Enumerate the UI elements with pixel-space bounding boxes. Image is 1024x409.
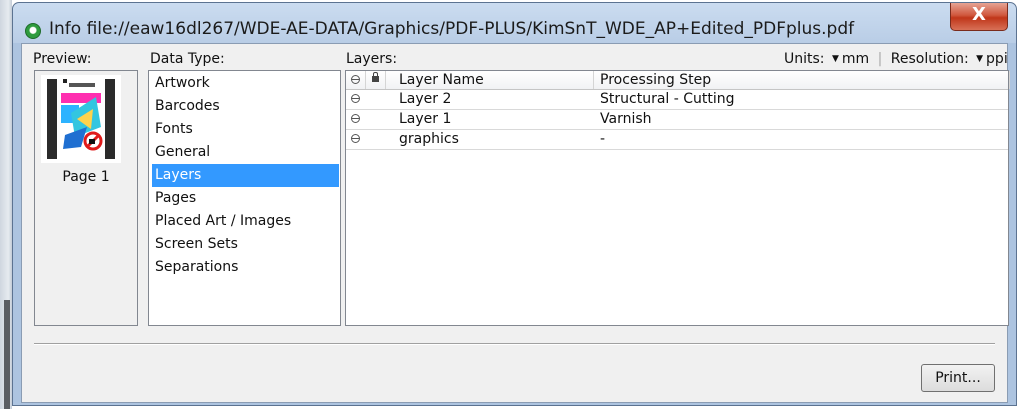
layers-grid-header: Layer Name Processing Step <box>346 71 1010 90</box>
dropdown-caret-icon: ▼ <box>976 54 984 64</box>
data-type-item-layers[interactable]: Layers <box>152 164 339 187</box>
data-type-item-pages[interactable]: Pages <box>152 187 339 210</box>
page-thumbnail-image <box>41 75 121 163</box>
lock-icon <box>372 72 379 82</box>
table-row[interactable]: Layer 2 Structural - Cutting <box>346 90 1008 110</box>
data-type-item-screen-sets[interactable]: Screen Sets <box>152 233 339 256</box>
layers-label: Layers: <box>346 51 398 67</box>
units-resolution-bar: Units: ▼ mm | Resolution: ▼ ppi <box>784 51 1008 67</box>
data-type-list[interactable]: Artwork Barcodes Fonts General Layers Pa… <box>148 70 341 326</box>
data-type-item-artwork[interactable]: Artwork <box>152 72 339 95</box>
window-title: Info file://eaw16dl267/WDE-AE-DATA/Graph… <box>49 19 855 39</box>
table-row[interactable]: graphics - <box>346 130 1008 150</box>
close-button[interactable]: X <box>950 3 1008 31</box>
app-icon <box>25 23 41 39</box>
visibility-icon[interactable] <box>351 134 360 143</box>
data-type-item-barcodes[interactable]: Barcodes <box>152 95 339 118</box>
resolution-label: Resolution: <box>890 51 969 67</box>
units-label: Units: <box>784 51 825 67</box>
print-button[interactable]: Print... <box>921 364 995 392</box>
dropdown-caret-icon: ▼ <box>831 54 839 64</box>
divider: | <box>877 51 883 67</box>
data-type-item-placed-art[interactable]: Placed Art / Images <box>152 210 339 233</box>
window-client-area: Preview: Page 1 Data Type: Artwork Barco… <box>21 43 1010 403</box>
units-dropdown[interactable]: ▼ mm <box>829 51 869 67</box>
title-bar[interactable]: Info file://eaw16dl267/WDE-AE-DATA/Graph… <box>13 3 1016 43</box>
preview-label: Preview: <box>33 51 92 67</box>
desktop-background-dark <box>4 300 10 409</box>
column-header-layer-name[interactable]: Layer Name <box>386 71 594 89</box>
info-window: Info file://eaw16dl267/WDE-AE-DATA/Graph… <box>12 2 1017 406</box>
close-icon: X <box>972 4 986 25</box>
layer-name-cell: Layer 2 <box>399 91 452 107</box>
footer-separator <box>34 343 995 345</box>
page-caption: Page 1 <box>62 169 110 185</box>
preview-panel: Page 1 <box>34 70 138 326</box>
layer-name-cell: graphics <box>399 131 459 147</box>
layers-grid[interactable]: Layer Name Processing Step Layer 2 Struc… <box>345 70 1010 326</box>
data-type-item-fonts[interactable]: Fonts <box>152 118 339 141</box>
column-header-processing-step[interactable]: Processing Step <box>594 71 1010 89</box>
data-type-item-general[interactable]: General <box>152 141 339 164</box>
processing-step-cell: Structural - Cutting <box>600 91 735 107</box>
processing-step-cell: - <box>600 131 606 147</box>
page-thumbnail[interactable] <box>41 75 121 163</box>
visibility-column-header[interactable] <box>346 71 366 89</box>
processing-step-cell: Varnish <box>600 111 652 127</box>
resolution-value: ppi <box>986 51 1008 67</box>
table-row[interactable]: Layer 1 Varnish <box>346 110 1008 130</box>
units-value: mm <box>841 51 870 67</box>
data-type-label: Data Type: <box>150 51 225 67</box>
lock-column-header[interactable] <box>366 71 386 89</box>
visibility-icon[interactable] <box>351 94 360 103</box>
layer-name-cell: Layer 1 <box>399 111 452 127</box>
visibility-icon <box>351 75 360 84</box>
data-type-item-separations[interactable]: Separations <box>152 256 339 279</box>
resolution-dropdown[interactable]: ▼ ppi <box>973 51 1008 67</box>
visibility-icon[interactable] <box>351 114 360 123</box>
